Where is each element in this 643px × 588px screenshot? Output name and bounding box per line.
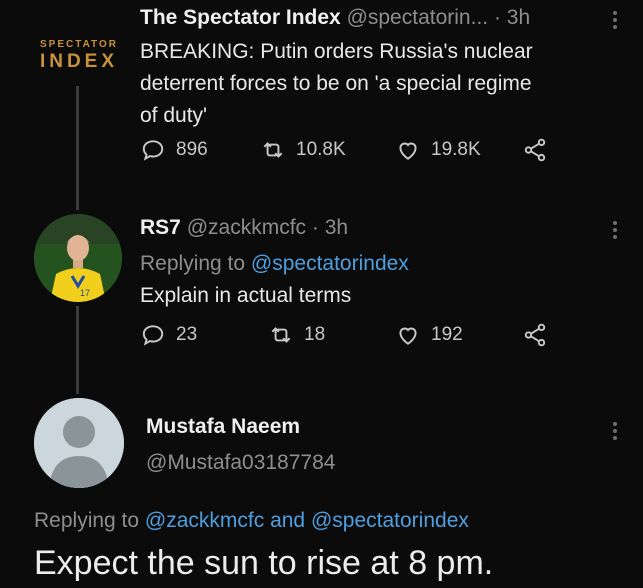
like-count: 192 <box>431 324 463 345</box>
retweet-count: 10.8K <box>296 139 346 160</box>
author-handle[interactable]: @spectatorin... <box>347 6 489 29</box>
tweet-text-line: deterrent forces to be on 'a special reg… <box>140 72 532 95</box>
author-handle[interactable]: @Mustafa03187784 <box>146 451 335 474</box>
reply-count: 23 <box>176 324 198 345</box>
reply-count: 896 <box>176 139 208 160</box>
logo-text-top: SPECTATOR <box>39 39 118 50</box>
tweet-text-line: BREAKING: Putin orders Russia's nuclear <box>140 40 533 63</box>
retweet-icon <box>263 142 283 158</box>
replying-and-text: and <box>270 509 306 532</box>
more-icon[interactable] <box>613 8 617 32</box>
share-button[interactable] <box>522 322 558 348</box>
more-icon[interactable] <box>613 218 617 242</box>
author-name[interactable]: RS7 <box>140 216 181 239</box>
author-handle[interactable]: @zackkmcfc <box>187 216 306 239</box>
like-count: 19.8K <box>431 139 481 160</box>
tweet-text: Explain in actual terms <box>140 284 352 307</box>
retweet-count: 18 <box>304 324 326 345</box>
replying-to-link[interactable]: @spectatorindex <box>251 252 409 275</box>
reply-icon <box>142 325 164 346</box>
tweet-header: Mustafa Naeem <box>146 415 300 439</box>
reply-button[interactable]: 896 <box>140 137 208 163</box>
tweet-text: BREAKING: Putin orders Russia's nuclear … <box>140 36 533 132</box>
tweet-time[interactable]: · 3h <box>312 216 348 239</box>
avatar-image: 17 <box>34 214 122 302</box>
like-icon <box>399 327 417 345</box>
replying-to-link[interactable]: @zackkmcfc <box>145 509 264 532</box>
author-name[interactable]: The Spectator Index <box>140 6 341 29</box>
spectator-index-logo[interactable]: SPECTATOR INDEX <box>34 39 124 72</box>
avatar[interactable] <box>34 398 124 488</box>
replying-to-link[interactable]: @spectatorindex <box>311 509 469 532</box>
replying-to-label: Replying to <box>34 509 140 532</box>
logo-text-bottom: INDEX <box>39 51 119 72</box>
retweet-icon <box>271 327 291 343</box>
replying-to-line: Replying to @spectatorindex <box>140 248 409 280</box>
like-button[interactable]: 19.8K <box>395 137 481 163</box>
more-icon[interactable] <box>613 419 617 443</box>
tweet-header: The Spectator Index @spectatorin... · 3h <box>140 6 530 30</box>
replying-to-label: Replying to <box>140 252 246 275</box>
reply-button[interactable]: 23 <box>140 322 197 348</box>
retweet-button[interactable]: 10.8K <box>260 137 346 163</box>
tweet-text-line: of duty' <box>140 104 208 127</box>
share-icon <box>524 138 546 162</box>
tweet-body: Replying to @spectatorindex Explain in a… <box>140 248 409 312</box>
tweet-time[interactable]: · 3h <box>494 6 530 29</box>
default-profile-icon <box>34 398 124 488</box>
retweet-button[interactable]: 18 <box>268 322 325 348</box>
handle-line: @Mustafa03187784 <box>146 451 335 475</box>
tweet-header: RS7 @zackkmcfc · 3h <box>140 216 348 240</box>
reply-icon <box>142 140 164 161</box>
svg-text:17: 17 <box>80 288 90 298</box>
share-icon <box>524 323 546 347</box>
share-button[interactable] <box>522 137 558 163</box>
like-button[interactable]: 192 <box>395 322 463 348</box>
tweet-spectator[interactable]: SPECTATOR INDEX The Spectator Index @spe… <box>0 0 643 200</box>
replying-to-line: Replying to @zackkmcfc and @spectatorind… <box>34 509 469 533</box>
author-name[interactable]: Mustafa Naeem <box>146 415 300 438</box>
avatar[interactable]: 17 <box>34 214 122 302</box>
tweet-text: Expect the sun to rise at 8 pm. <box>34 544 494 582</box>
like-icon <box>399 142 417 160</box>
